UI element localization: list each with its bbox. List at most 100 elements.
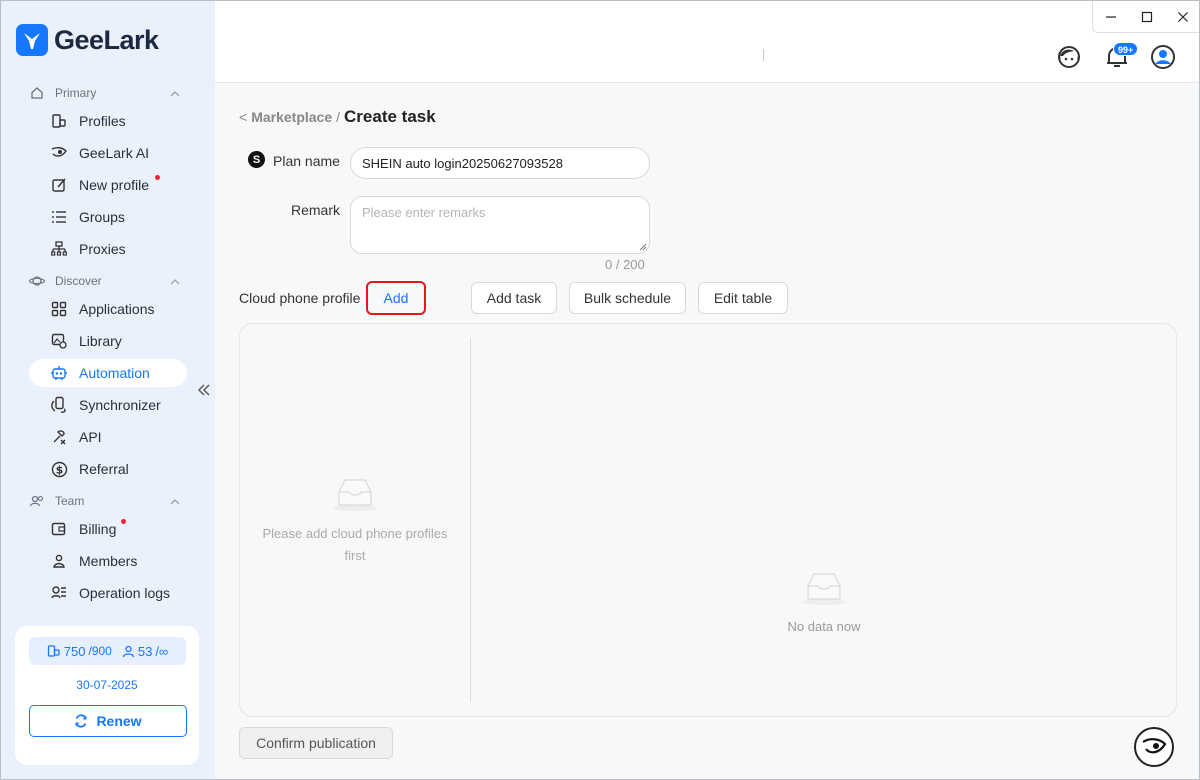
breadcrumb: < Marketplace / Create task xyxy=(239,107,436,127)
section-discover[interactable]: Discover xyxy=(29,271,185,291)
team-icon xyxy=(29,493,45,509)
members-used: 53 xyxy=(137,643,153,659)
sidebar-item-label: Proxies xyxy=(79,241,126,257)
section-team[interactable]: Team xyxy=(29,491,185,511)
robot-icon xyxy=(50,364,68,382)
maximize-icon[interactable] xyxy=(1129,1,1165,33)
chevron-up-icon[interactable] xyxy=(169,495,181,509)
sidebar-item-profiles[interactable]: Profiles xyxy=(29,107,187,135)
sidebar-item-new-profile[interactable]: New profile xyxy=(29,171,187,199)
breadcrumb-separator: / xyxy=(336,109,341,125)
profile-empty-message: Please add cloud phone profiles first xyxy=(262,526,448,563)
sidebar-item-label: Synchronizer xyxy=(79,397,161,413)
brand-name: GeeLark xyxy=(54,24,159,55)
profiles-icon xyxy=(47,645,60,657)
sidebar-item-label: Referral xyxy=(79,461,129,477)
main-content: < Marketplace / Create task S Plan name … xyxy=(215,83,1199,779)
shein-app-icon: S xyxy=(248,151,265,168)
member-quota: 53/∞ xyxy=(122,644,168,659)
renew-button[interactable]: Renew xyxy=(29,705,187,737)
chevron-up-icon[interactable] xyxy=(169,275,181,289)
geelark-logo-icon xyxy=(16,24,48,56)
bulk-schedule-button[interactable]: Bulk schedule xyxy=(569,282,686,314)
sidebar-item-api[interactable]: API xyxy=(29,423,187,451)
plan-name-input[interactable]: SHEIN auto login20250627093528 xyxy=(350,147,650,179)
user-icon xyxy=(122,645,134,657)
add-label: Add xyxy=(383,290,409,306)
grid-icon xyxy=(50,300,68,318)
add-profile-button[interactable]: Add xyxy=(366,281,426,315)
sidebar-item-label: New profile xyxy=(79,177,150,193)
remark-counter: 0 / 200 xyxy=(605,257,645,272)
sidebar-item-groups[interactable]: Groups xyxy=(29,203,187,231)
library-icon xyxy=(50,332,68,350)
sidebar-item-applications[interactable]: Applications xyxy=(29,295,187,323)
support-icon[interactable] xyxy=(1055,43,1083,71)
sidebar-item-operation-logs[interactable]: Operation logs xyxy=(29,579,187,607)
sidebar-item-members[interactable]: Members xyxy=(29,547,187,575)
quota-card: 750/900 53/∞ 30-07-2025 Renew xyxy=(15,626,199,765)
sidebar-item-synchronizer[interactable]: Synchronizer xyxy=(29,391,187,419)
profile-quota: 750/900 xyxy=(47,644,112,659)
logs-icon xyxy=(50,584,68,602)
members-total: /∞ xyxy=(155,643,169,659)
sidebar-item-proxies[interactable]: Proxies xyxy=(29,235,187,263)
sync-icon xyxy=(50,396,68,414)
section-team-label: Team xyxy=(55,494,85,508)
sidebar-item-referral[interactable]: $ Referral xyxy=(29,455,187,483)
task-empty-message: No data now xyxy=(787,619,861,634)
plan-name-label: Plan name xyxy=(273,153,340,169)
remark-placeholder: Please enter remarks xyxy=(362,205,486,220)
sidebar-item-label: Automation xyxy=(79,365,150,381)
page-title: Create task xyxy=(344,107,436,126)
planet-icon xyxy=(29,273,45,289)
empty-inbox-icon xyxy=(333,479,377,511)
profiles-used: 750 xyxy=(63,643,86,659)
breadcrumb-marketplace-link[interactable]: Marketplace xyxy=(251,109,332,125)
plan-name-value: SHEIN auto login20250627093528 xyxy=(362,155,563,171)
network-icon xyxy=(50,240,68,258)
logo[interactable]: GeeLark xyxy=(16,23,159,57)
sidebar-item-label: API xyxy=(79,429,102,445)
sidebar: GeeLark Primary Profiles GeeLark AI New … xyxy=(1,1,215,779)
sidebar-item-label: Members xyxy=(79,553,138,569)
sidebar-item-library[interactable]: Library xyxy=(29,327,187,355)
add-task-button[interactable]: Add task xyxy=(471,282,557,314)
section-primary[interactable]: Primary xyxy=(29,83,185,103)
edit-icon xyxy=(50,176,68,194)
profiles-icon xyxy=(50,112,68,130)
profile-empty-state: Please add cloud phone profiles first xyxy=(240,472,470,567)
minimize-icon[interactable] xyxy=(1093,1,1129,33)
api-icon xyxy=(50,428,68,446)
section-primary-label: Primary xyxy=(55,86,97,100)
sidebar-item-geelark-ai[interactable]: GeeLark AI xyxy=(29,139,187,167)
sidebar-item-billing[interactable]: Billing xyxy=(29,515,187,543)
sidebar-item-label: Operation logs xyxy=(79,585,171,601)
expiry-date: 30-07-2025 xyxy=(76,678,138,692)
billing-dot xyxy=(121,519,126,524)
assistant-eye-icon[interactable] xyxy=(1134,727,1174,767)
collapse-sidebar-icon[interactable] xyxy=(196,381,212,399)
edit-table-button[interactable]: Edit table xyxy=(698,282,788,314)
confirm-publication-button[interactable]: Confirm publication xyxy=(239,727,393,759)
window-controls xyxy=(1092,1,1199,33)
add-task-label: Add task xyxy=(486,290,542,306)
back-link[interactable]: < xyxy=(239,109,247,125)
remark-textarea[interactable]: Please enter remarks xyxy=(350,196,650,254)
resize-grip-icon[interactable] xyxy=(639,243,647,251)
account-icon[interactable] xyxy=(1149,43,1177,71)
remark-label: Remark xyxy=(291,202,341,218)
sidebar-item-automation[interactable]: Automation xyxy=(29,359,187,387)
renew-label: Renew xyxy=(96,713,142,729)
drag-region-marker xyxy=(763,49,764,61)
sidebar-item-label: Applications xyxy=(79,301,155,317)
notification-badge: 99+ xyxy=(1113,42,1139,56)
list-icon xyxy=(50,208,68,226)
close-icon[interactable] xyxy=(1165,1,1199,33)
confirm-publication-label: Confirm publication xyxy=(256,735,376,751)
task-empty-state: No data now xyxy=(471,566,1177,634)
bulk-schedule-label: Bulk schedule xyxy=(583,290,672,306)
chevron-up-icon[interactable] xyxy=(169,87,181,101)
task-panel: Please add cloud phone profiles first No… xyxy=(239,323,1177,717)
sidebar-item-label: GeeLark AI xyxy=(79,145,150,161)
